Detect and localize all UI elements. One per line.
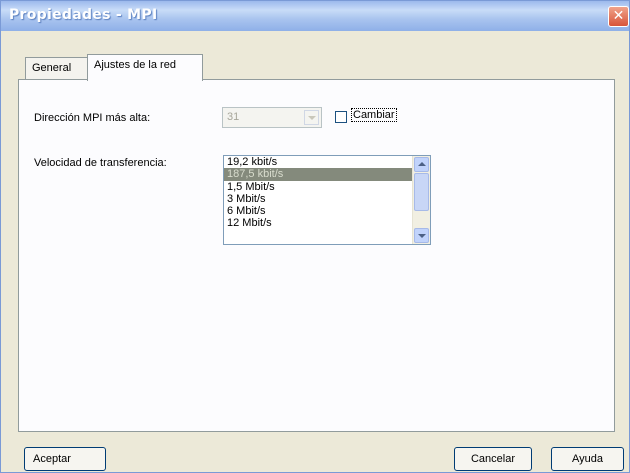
speed-list: 19,2 kbit/s 187,5 kbit/s 1,5 Mbit/s 3 Mbit/… [224, 156, 430, 230]
scrollbar-thumb[interactable] [414, 173, 429, 211]
scroll-up-icon[interactable] [414, 157, 429, 172]
change-checkbox[interactable] [335, 111, 347, 123]
speed-list-item[interactable]: 3 Mbit/s [224, 193, 413, 205]
accept-button[interactable]: Aceptar [24, 447, 106, 471]
chevron-down-icon[interactable] [304, 110, 319, 125]
tab-network-settings[interactable]: Ajustes de la red [87, 54, 203, 81]
listbox-scrollbar[interactable] [412, 156, 430, 244]
tab-general[interactable]: General [25, 57, 95, 79]
speed-list-item[interactable]: 187,5 kbit/s [224, 168, 413, 181]
close-button[interactable]: ✕ [608, 6, 629, 27]
close-icon: ✕ [612, 8, 625, 24]
speed-list-item[interactable]: 19,2 kbit/s [224, 156, 413, 168]
speed-list-item[interactable]: 1,5 Mbit/s [224, 181, 413, 193]
speed-list-item[interactable]: 6 Mbit/s [224, 205, 413, 217]
tab-panel [18, 79, 615, 432]
tab-network-settings-label: Ajustes de la red [94, 59, 176, 71]
title-bar[interactable]: Propiedades - MPI ✕ [1, 1, 629, 31]
tab-general-label: General [32, 62, 72, 74]
mpi-address-label: Dirección MPI más alta: [34, 112, 151, 124]
transfer-speed-listbox[interactable]: 19,2 kbit/s 187,5 kbit/s 1,5 Mbit/s 3 Mbit/… [223, 155, 431, 245]
mpi-address-combobox[interactable]: 31 [222, 107, 322, 128]
transfer-speed-label: Velocidad de transferencia: [34, 157, 167, 169]
help-button[interactable]: Ayuda [551, 447, 624, 471]
change-checkbox-label[interactable]: Cambiar [351, 108, 397, 122]
properties-dialog: Propiedades - MPI ✕ General Ajustes de l… [0, 0, 630, 473]
cancel-button[interactable]: Cancelar [454, 447, 532, 471]
mpi-address-value: 31 [227, 111, 240, 123]
speed-list-item[interactable]: 12 Mbit/s [224, 217, 413, 229]
scroll-down-icon[interactable] [414, 228, 429, 243]
window-title: Propiedades - MPI [9, 7, 158, 23]
